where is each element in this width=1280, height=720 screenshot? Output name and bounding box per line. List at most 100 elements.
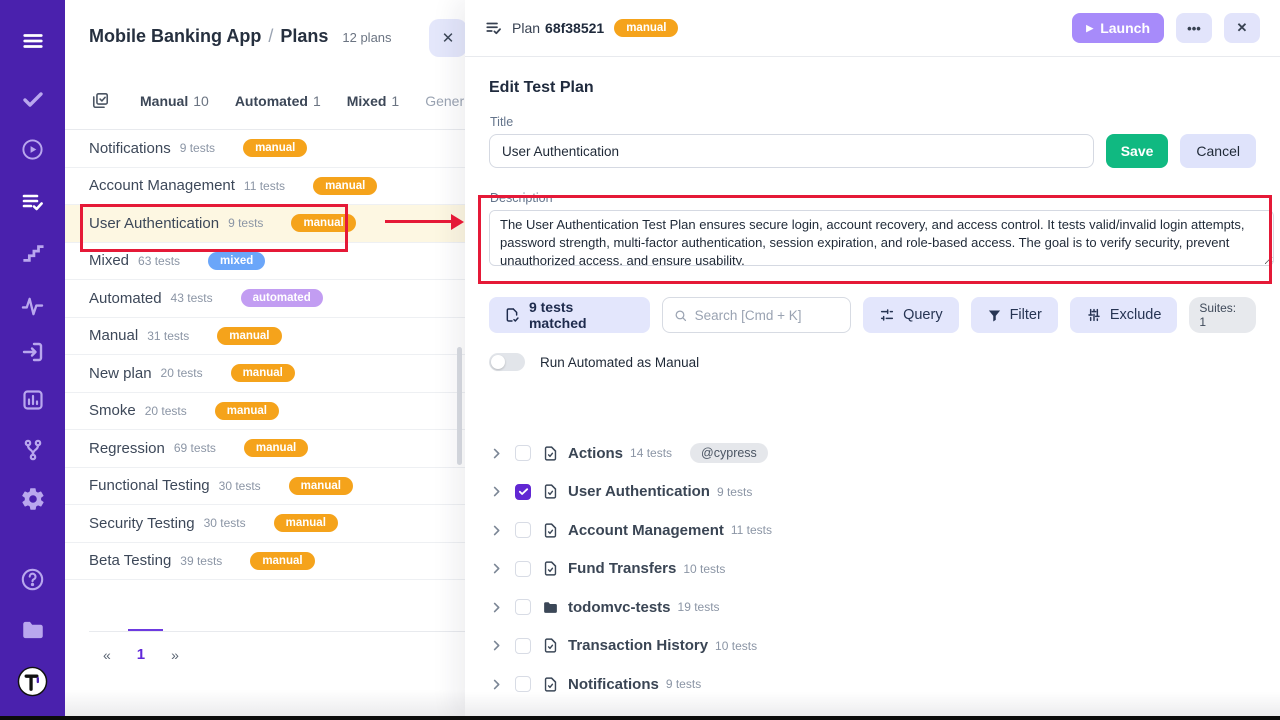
suite-row[interactable]: todomvc-tests 19 tests (489, 588, 1256, 627)
app-screen: Mobile Banking App/Plans 12 plans ✕ Manu… (0, 0, 1280, 720)
suite-row[interactable]: Transaction History 10 tests (489, 627, 1256, 666)
suite-checkbox[interactable] (515, 561, 531, 577)
filter-button[interactable]: Filter (971, 297, 1058, 333)
scrollbar-thumb[interactable] (457, 347, 462, 465)
title-input[interactable] (489, 134, 1094, 168)
plan-list-item[interactable]: New plan 20 tests manual (65, 355, 465, 393)
branch-icon[interactable] (0, 438, 65, 462)
suite-test-count: 9 tests (666, 677, 701, 691)
help-icon[interactable] (0, 567, 65, 592)
pagination-page-1[interactable]: 1 (137, 646, 145, 663)
stairs-icon[interactable] (0, 242, 65, 264)
document-icon (542, 483, 559, 500)
plan-type-badge: manual (231, 364, 295, 382)
suite-checkbox[interactable] (515, 522, 531, 538)
logo-t-icon[interactable] (0, 666, 65, 697)
save-button[interactable]: Save (1106, 134, 1169, 168)
launch-button[interactable]: ▶Launch (1072, 13, 1164, 43)
plan-name: User Authentication (89, 215, 219, 232)
chevron-right-icon[interactable] (489, 561, 504, 576)
plan-list-item[interactable]: Notifications 9 tests manual (65, 130, 465, 168)
plan-tab[interactable]: Manual10 (140, 93, 209, 109)
plan-test-count: 39 tests (180, 554, 222, 568)
search-input[interactable] (695, 308, 839, 323)
breadcrumb-separator: / (268, 26, 273, 46)
check-icon[interactable] (0, 87, 65, 111)
suite-test-count: 10 tests (683, 562, 725, 576)
pagination: « 1 » (65, 646, 179, 663)
chevron-right-icon[interactable] (489, 446, 504, 461)
cancel-button[interactable]: Cancel (1180, 134, 1256, 168)
suite-name: Actions (568, 445, 623, 462)
suites-count-badge: Suites: 1 (1189, 297, 1256, 333)
suite-checkbox[interactable] (515, 599, 531, 615)
pagination-prev-button[interactable]: « (103, 647, 111, 663)
panel-close-button[interactable]: ✕ (429, 19, 467, 57)
play-icon: ▶ (1086, 23, 1093, 34)
more-options-button[interactable]: ••• (1176, 13, 1212, 43)
query-button[interactable]: Query (863, 297, 959, 333)
plan-list-item[interactable]: Account Management 11 tests manual (65, 168, 465, 206)
plan-list-item[interactable]: Functional Testing 30 tests manual (65, 468, 465, 506)
document-icon (542, 522, 559, 539)
plan-list-item[interactable]: Beta Testing 39 tests manual (65, 543, 465, 581)
plan-list-item[interactable]: User Authentication 9 tests manual (65, 205, 465, 243)
suite-row[interactable]: User Authentication 9 tests (489, 473, 1256, 512)
suite-row[interactable]: Account Management 11 tests (489, 511, 1256, 550)
suite-name: Account Management (568, 522, 724, 539)
exclude-button[interactable]: Exclude (1070, 297, 1178, 333)
plan-test-count: 43 tests (171, 291, 213, 305)
suite-row[interactable]: Notifications 9 tests (489, 665, 1256, 704)
plan-list-item[interactable]: Smoke 20 tests manual (65, 393, 465, 431)
plan-tab[interactable]: Gener (425, 93, 469, 109)
pagination-active-indicator (128, 629, 163, 631)
folder-icon[interactable] (0, 617, 65, 643)
plan-actions: ▶Launch ••• ✕ (1072, 13, 1260, 43)
plan-list-item[interactable]: Mixed 63 tests mixed (65, 243, 465, 281)
chevron-right-icon[interactable] (489, 638, 504, 653)
suite-row[interactable]: Fund Transfers 10 tests (489, 550, 1256, 589)
document-icon (542, 560, 559, 577)
suite-checkbox[interactable] (515, 445, 531, 461)
chevron-right-icon[interactable] (489, 677, 504, 692)
plan-test-count: 31 tests (147, 329, 189, 343)
select-all-icon[interactable] (91, 91, 110, 110)
suite-row[interactable]: Actions 14 tests @cypress (489, 434, 1256, 473)
playlist-check-icon[interactable] (0, 190, 65, 214)
bar-chart-icon[interactable] (0, 388, 65, 412)
chevron-right-icon[interactable] (489, 484, 504, 499)
run-automated-toggle[interactable] (489, 353, 525, 371)
plan-name: Account Management (89, 177, 235, 194)
chevron-right-icon[interactable] (489, 600, 504, 615)
suite-checkbox[interactable] (515, 676, 531, 692)
tests-matched-pill[interactable]: 9 tests matched (489, 297, 650, 333)
description-textarea[interactable]: The User Authentication Test Plan ensure… (489, 210, 1274, 266)
toggle-label: Run Automated as Manual (540, 355, 699, 370)
plan-test-count: 9 tests (228, 216, 263, 230)
detail-close-button[interactable]: ✕ (1224, 13, 1260, 43)
suite-checkbox[interactable] (515, 638, 531, 654)
gear-icon[interactable] (0, 486, 65, 512)
play-circle-icon[interactable] (0, 138, 65, 161)
activity-icon[interactable] (0, 295, 65, 318)
plan-list-item[interactable]: Automated 43 tests automated (65, 280, 465, 318)
suites-list: Actions 14 tests @cypress User Authentic… (489, 434, 1256, 720)
plan-tab[interactable]: Mixed1 (347, 93, 399, 109)
plan-test-count: 20 tests (161, 366, 203, 380)
plan-list-item[interactable]: Manual 31 tests manual (65, 318, 465, 356)
plan-name: Mixed (89, 252, 129, 269)
plan-name: Security Testing (89, 515, 195, 532)
suite-checkbox[interactable] (515, 484, 531, 500)
chevron-right-icon[interactable] (489, 523, 504, 538)
login-icon[interactable] (0, 340, 65, 364)
suite-test-count: 11 tests (731, 523, 772, 537)
plan-test-count: 11 tests (244, 179, 285, 193)
menu-icon[interactable] (0, 30, 65, 52)
pagination-next-button[interactable]: » (171, 647, 179, 663)
plan-tab[interactable]: Automated1 (235, 93, 321, 109)
suite-name: Notifications (568, 676, 659, 693)
plan-list-item[interactable]: Regression 69 tests manual (65, 430, 465, 468)
edit-plan-heading: Edit Test Plan (489, 79, 1256, 97)
suite-name: User Authentication (568, 483, 710, 500)
plan-list-item[interactable]: Security Testing 30 tests manual (65, 505, 465, 543)
